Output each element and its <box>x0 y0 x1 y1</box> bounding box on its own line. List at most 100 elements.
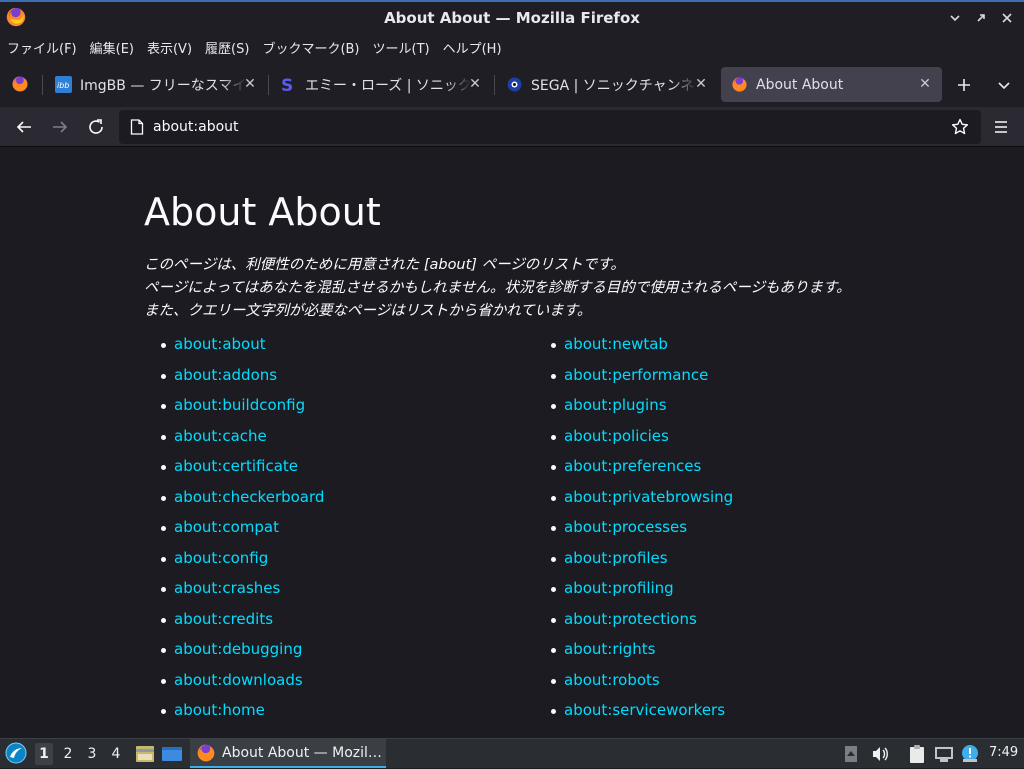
close-tab-icon[interactable]: ✕ <box>466 75 484 93</box>
menu-bookmarks[interactable]: ブックマーク(B) <box>262 38 359 57</box>
back-button[interactable] <box>11 114 37 140</box>
list-item: about:credits <box>144 610 324 641</box>
about-link[interactable]: about:certificate <box>174 457 298 475</box>
about-link[interactable]: about:newtab <box>564 335 668 353</box>
page-intro: このページは、利便性のために用意された [about] ページのリストです。 ペ… <box>144 254 904 323</box>
imgbb-icon: ibb <box>55 76 72 93</box>
list-item: about:profiles <box>534 549 733 580</box>
reload-icon <box>89 119 103 134</box>
svg-text:ibb: ibb <box>57 81 69 90</box>
firefox-icon <box>6 7 26 27</box>
tab-imgbb[interactable]: ibb ImgBB — フリーなスマイリー ✕ <box>45 67 267 102</box>
menu-tools[interactable]: ツール(T) <box>373 38 430 57</box>
about-link[interactable]: about:debugging <box>174 640 302 658</box>
arrow-right-icon <box>53 121 68 133</box>
about-link[interactable]: about:rights <box>564 640 655 658</box>
about-link[interactable]: about:privatebrowsing <box>564 488 733 506</box>
forward-button[interactable] <box>47 114 73 140</box>
tab-about-about[interactable]: About About ✕ <box>721 67 942 102</box>
list-item: about:buildconfig <box>144 396 324 427</box>
new-tab-button[interactable] <box>952 73 976 97</box>
about-link[interactable]: about:profiling <box>564 579 674 597</box>
list-item: about:robots <box>534 671 733 702</box>
bookmark-star-button[interactable] <box>949 116 971 138</box>
firefox-view-button[interactable] <box>8 72 32 96</box>
menu-help[interactable]: ヘルプ(H) <box>443 38 502 57</box>
about-link[interactable]: about:performance <box>564 366 708 384</box>
start-menu-button[interactable] <box>5 742 27 764</box>
network-button[interactable] <box>933 743 955 765</box>
tab-separator <box>42 75 43 95</box>
about-link[interactable]: about:preferences <box>564 457 701 475</box>
list-item: about:serviceworkers <box>534 701 733 732</box>
tab-amy-rose[interactable]: S エミー・ローズ | ソニックウ ✕ <box>270 67 492 102</box>
close-tab-icon[interactable]: ✕ <box>916 75 934 93</box>
list-all-tabs-button[interactable] <box>992 73 1016 97</box>
clipboard-button[interactable] <box>906 743 928 765</box>
list-item: about:config <box>144 549 324 580</box>
close-tab-icon[interactable]: ✕ <box>241 75 259 93</box>
about-links-right: about:newtab about:performance about:plu… <box>534 335 733 732</box>
star-icon <box>951 118 969 135</box>
close-tab-icon[interactable]: ✕ <box>692 75 710 93</box>
about-link[interactable]: about:compat <box>174 518 279 536</box>
desktop-1[interactable]: 1 <box>35 743 53 765</box>
tab-label: About About <box>756 76 844 93</box>
tab-separator <box>494 75 495 95</box>
desktop-4[interactable]: 4 <box>107 743 125 765</box>
about-link[interactable]: about:processes <box>564 518 687 536</box>
about-link[interactable]: about:cache <box>174 427 267 445</box>
menu-history[interactable]: 履歴(S) <box>205 38 249 57</box>
tab-strip: ibb ImgBB — フリーなスマイリー ✕ S エミー・ローズ | ソニック… <box>0 62 1024 107</box>
list-item: about:profiling <box>534 579 733 610</box>
about-link[interactable]: about:checkerboard <box>174 488 324 506</box>
app-menu-button[interactable] <box>989 114 1013 140</box>
menu-edit[interactable]: 編集(E) <box>90 38 134 57</box>
minimize-icon[interactable] <box>944 8 966 28</box>
about-link[interactable]: about:policies <box>564 427 669 445</box>
tab-sega[interactable]: SEGA | ソニックチャンネル | ✕ <box>496 67 718 102</box>
about-link[interactable]: about:protections <box>564 610 697 628</box>
maximize-icon[interactable] <box>970 8 992 28</box>
about-link[interactable]: about:crashes <box>174 579 280 597</box>
reload-button[interactable] <box>83 114 109 140</box>
updates-button[interactable] <box>959 743 981 765</box>
url-text[interactable]: about:about <box>153 119 239 135</box>
sega-icon <box>506 76 523 93</box>
url-bar[interactable]: about:about <box>119 110 981 144</box>
sonic-s-icon: S <box>280 76 297 93</box>
about-link[interactable]: about:home <box>174 701 265 719</box>
list-item: about:plugins <box>534 396 733 427</box>
about-link[interactable]: about:robots <box>564 671 660 689</box>
list-item: about:newtab <box>534 335 733 366</box>
menu-view[interactable]: 表示(V) <box>147 38 192 57</box>
about-link[interactable]: about:addons <box>174 366 277 384</box>
clock[interactable]: 7:49 <box>989 745 1018 760</box>
show-desktop-launcher[interactable] <box>161 743 183 765</box>
menu-file[interactable]: ファイル(F) <box>7 38 77 57</box>
file-manager-launcher[interactable] <box>134 743 156 765</box>
tray-expand-icon <box>845 746 857 762</box>
about-link[interactable]: about:downloads <box>174 671 303 689</box>
list-item: about:certificate <box>144 457 324 488</box>
desktop-3[interactable]: 3 <box>83 743 101 765</box>
about-link[interactable]: about:credits <box>174 610 273 628</box>
firefox-icon <box>731 76 748 93</box>
about-link[interactable]: about:profiles <box>564 549 668 567</box>
about-link[interactable]: about:plugins <box>564 396 667 414</box>
list-item: about:downloads <box>144 671 324 702</box>
list-item: about:about <box>144 335 324 366</box>
volume-button[interactable] <box>869 743 891 765</box>
tab-label: SEGA | ソニックチャンネル | <box>531 77 697 94</box>
about-link[interactable]: about:about <box>174 335 266 353</box>
about-link[interactable]: about:config <box>174 549 268 567</box>
about-link[interactable]: about:serviceworkers <box>564 701 725 719</box>
about-link[interactable]: about:buildconfig <box>174 396 305 414</box>
taskbar-task-firefox[interactable]: About About — Mozil… <box>190 739 386 768</box>
firefox-window: About About — Mozilla Firefox ファイル(F) 編集… <box>0 0 1024 738</box>
window-titlebar[interactable]: About About — Mozilla Firefox <box>0 0 1024 33</box>
tray-up-arrow[interactable] <box>840 743 862 765</box>
close-icon[interactable] <box>996 8 1018 28</box>
arrow-left-icon <box>16 121 31 133</box>
desktop-2[interactable]: 2 <box>59 743 77 765</box>
